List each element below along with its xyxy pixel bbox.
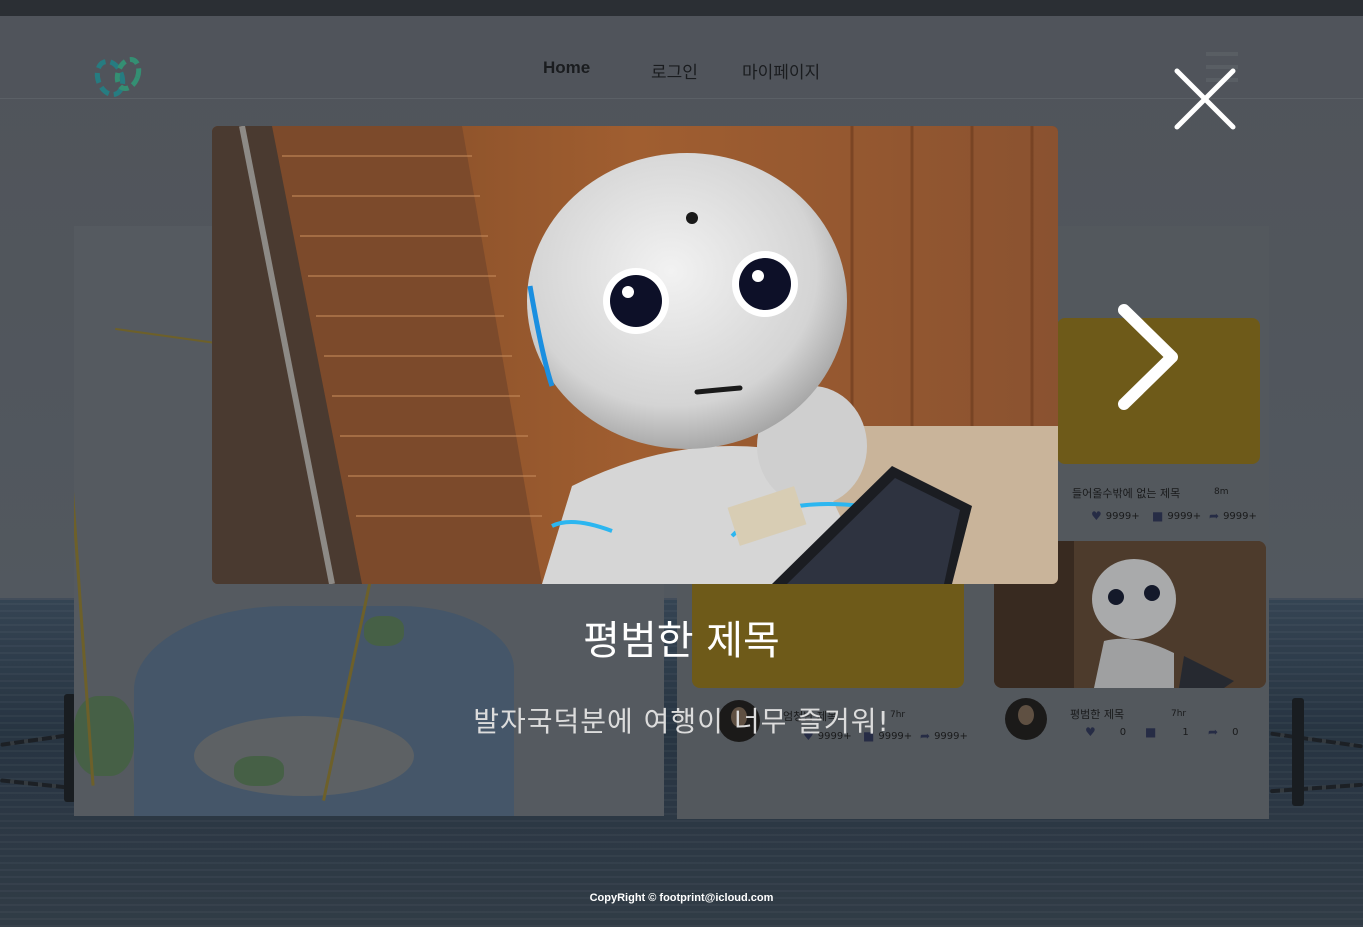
modal-image-robot: [212, 126, 1058, 584]
modal-title: 평범한 제목: [583, 618, 780, 664]
footer-copyright: CopyRight © footprint@icloud.com: [589, 892, 774, 904]
close-icon[interactable]: [1170, 66, 1240, 134]
modal-subtitle: 발자국덕분에 여행이 너무 즐거워!: [473, 705, 890, 738]
chevron-right-icon[interactable]: [1110, 300, 1182, 414]
